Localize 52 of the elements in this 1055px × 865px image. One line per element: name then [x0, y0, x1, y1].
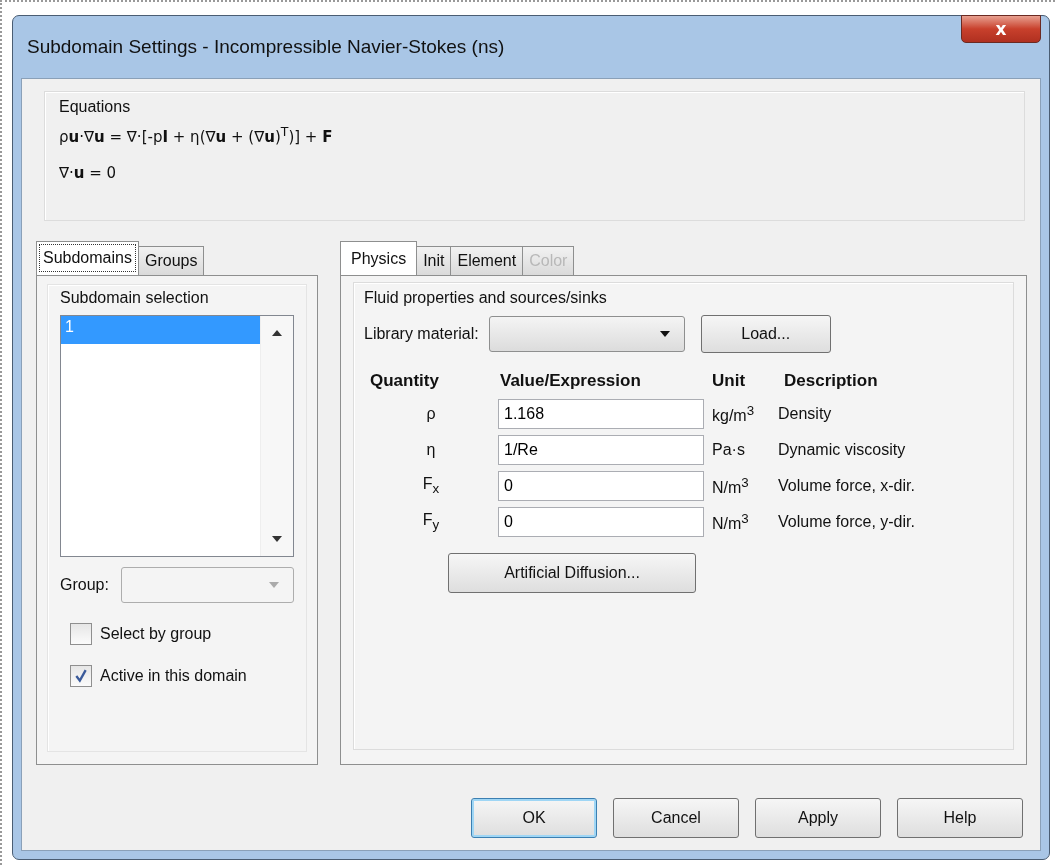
caret-icon — [269, 582, 279, 588]
group-title: Fluid properties and sources/sinks — [364, 289, 608, 307]
scroll-down-icon[interactable] — [272, 536, 282, 542]
tab[interactable]: Init — [416, 246, 452, 275]
field-label: Group: — [60, 576, 109, 594]
dialog-button[interactable]: Help — [897, 798, 1023, 838]
value-field[interactable]: 1.168 — [498, 399, 704, 429]
window-title: Subdomain Settings - Incompressible Navier-Stokes (ns) — [27, 36, 505, 58]
equation: ∇·u = 0 — [59, 164, 118, 182]
tab[interactable]: Subdomains — [36, 241, 139, 275]
description-label: Density — [778, 405, 833, 423]
unit-label: kg/m$^{3}$ — [711, 402, 756, 426]
unit-label: N/m$^{3}$ — [711, 474, 750, 498]
column-header: Description — [783, 371, 879, 392]
checkbox-label: Select by group — [100, 625, 212, 643]
scrollbar[interactable] — [260, 316, 293, 556]
dialog-button[interactable]: Cancel — [613, 798, 739, 838]
unit-label: Pa·s — [711, 441, 746, 459]
description-label: Volume force, y-dir. — [778, 513, 916, 531]
quantity-symbol: ρ — [425, 405, 437, 423]
column-header: Value/Expression — [499, 371, 642, 392]
unit-label: N/m$^{3}$ — [711, 510, 750, 534]
description-label: Dynamic viscosity — [778, 441, 907, 459]
group-title: Subdomain selection — [60, 289, 210, 307]
tab[interactable]: Physics — [340, 241, 418, 275]
value-field[interactable]: 0 — [498, 507, 704, 537]
checkbox[interactable] — [70, 665, 92, 687]
value-field[interactable]: 0 — [498, 471, 704, 501]
load-button[interactable]: Load... — [700, 315, 831, 353]
field-label: Library material: — [364, 325, 479, 343]
scroll-up-icon[interactable] — [272, 330, 282, 336]
group-title: Equations — [59, 98, 132, 116]
caret-icon — [659, 331, 670, 337]
description-label: Volume force, x-dir. — [778, 477, 916, 495]
dialog-button[interactable]: Apply — [755, 798, 881, 838]
column-header: Unit — [711, 371, 747, 392]
quantity-symbol: η — [425, 441, 437, 459]
checkmark-icon — [74, 669, 88, 683]
tab[interactable]: Element — [450, 246, 524, 275]
column-header: Quantity — [369, 371, 440, 392]
dialog-button[interactable]: OK — [471, 798, 597, 838]
group-dropdown[interactable] — [120, 567, 294, 603]
value-field[interactable]: 1/Re — [498, 435, 704, 465]
equation: ρu·∇u = ∇·[-pI + η(∇u + (∇u)$^{T}$)] + F — [59, 124, 334, 146]
quantity-symbol: F$_{y}$ — [421, 511, 441, 533]
artificial-diffusion-button[interactable]: Artificial Diffusion... — [448, 553, 696, 593]
quantity-symbol: F$_{x}$ — [421, 475, 441, 497]
checkbox[interactable] — [70, 623, 92, 645]
close-button[interactable]: x — [961, 15, 1041, 43]
library-dropdown[interactable] — [488, 316, 685, 352]
tab[interactable]: Groups — [137, 246, 205, 275]
checkbox-label: Active in this domain — [100, 667, 247, 685]
